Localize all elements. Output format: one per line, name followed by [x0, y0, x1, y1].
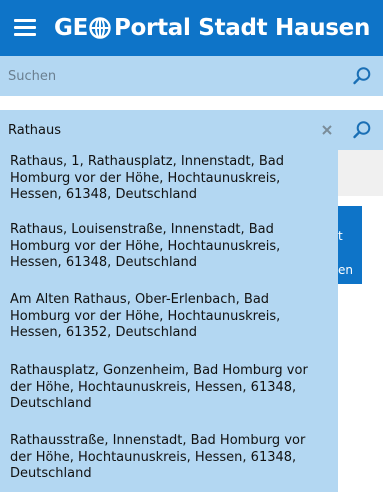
suggestion-item[interactable]: Rathausplatz, Gonzenheim, Bad Homburg vo…	[0, 363, 338, 413]
main-search-bar	[0, 56, 383, 96]
panel-action-label-1: t	[338, 229, 343, 243]
suggestion-item[interactable]: Am Alten Rathaus, Ober-Erlenbach, Bad Ho…	[0, 292, 338, 342]
main-search-input[interactable]	[0, 56, 330, 96]
app-logo: GE Portal Stadt Hausen	[54, 12, 370, 44]
spacer	[0, 96, 383, 110]
suggestion-item[interactable]: Rathaus, Louisenstraße, Innenstadt, Bad …	[0, 222, 338, 272]
panel-strip	[338, 150, 383, 196]
search-icon[interactable]	[352, 66, 372, 86]
panel-action-button[interactable]: t en	[338, 206, 362, 284]
suggestion-dropdown: Rathaus, 1, Rathausplatz, Innenstadt, Ba…	[0, 150, 338, 492]
address-search-input[interactable]	[0, 110, 310, 150]
suggestion-item[interactable]: Rathaus, 1, Rathausplatz, Innenstadt, Ba…	[0, 154, 338, 204]
search-icon[interactable]	[352, 120, 372, 140]
app-root: GE Portal Stadt Hausen Suchen Rathaus t …	[0, 0, 383, 500]
panel-action-label-2: en	[338, 263, 353, 277]
globe-icon	[89, 17, 111, 39]
app-header: GE Portal Stadt Hausen	[0, 0, 383, 56]
suggestion-item[interactable]: Rathausstraße, Innenstadt, Bad Homburg v…	[0, 433, 338, 483]
close-icon[interactable]	[320, 122, 334, 136]
logo-title: Portal Stadt Hausen	[114, 15, 371, 41]
hamburger-menu-icon[interactable]	[14, 17, 40, 39]
logo-prefix: GE	[54, 15, 88, 41]
